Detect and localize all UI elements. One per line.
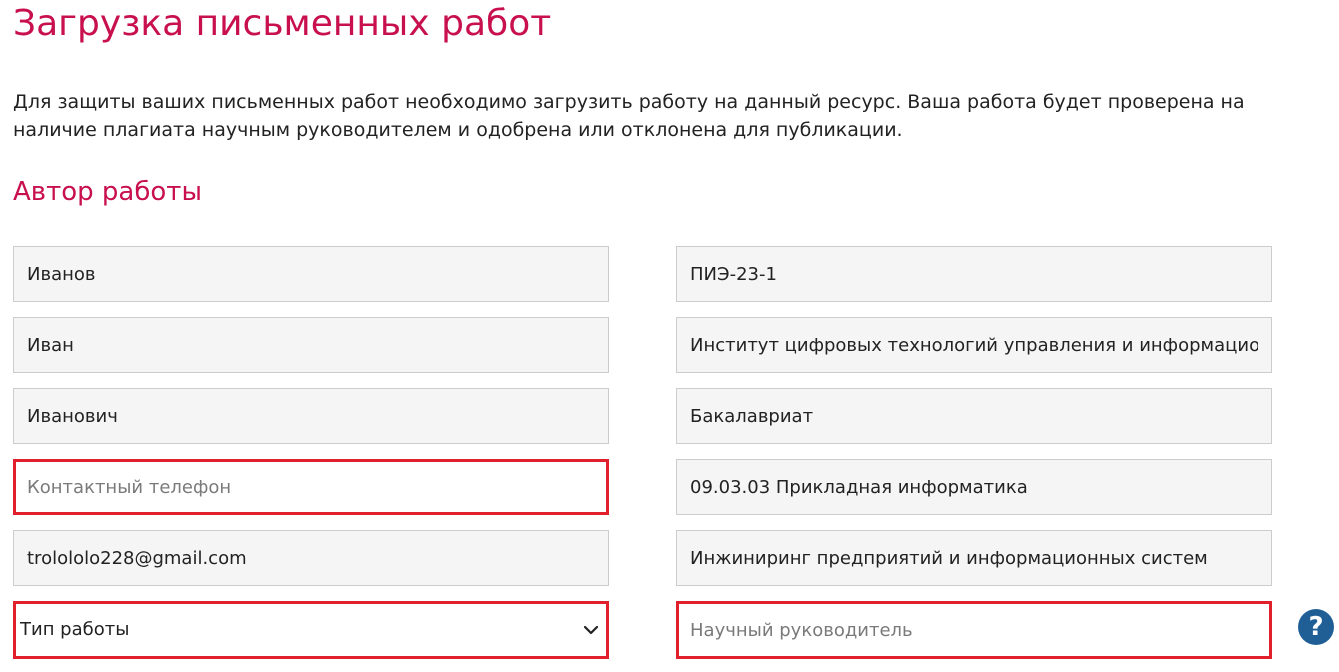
profile-field[interactable] [676,530,1272,586]
page-title: Загрузка письменных работ [13,3,552,44]
institute-field[interactable] [676,317,1272,373]
last-name-field[interactable] [13,246,609,302]
supervisor-field[interactable] [676,601,1272,659]
intro-text: Для защиты ваших письменных работ необхо… [13,91,1245,141]
direction-field[interactable] [676,459,1272,515]
education-level-field[interactable] [676,388,1272,444]
question-mark-icon: ? [1308,612,1324,642]
work-type-select[interactable]: Тип работы [13,601,609,659]
work-type-label: Тип работы [20,619,130,640]
section-title-author: Автор работы [13,177,202,207]
middle-name-field[interactable] [13,388,609,444]
help-icon[interactable]: ? [1298,609,1334,645]
phone-field[interactable] [13,459,609,515]
first-name-field[interactable] [13,317,609,373]
group-field[interactable] [676,246,1272,302]
chevron-down-icon [583,625,599,635]
email-field[interactable] [13,530,609,586]
